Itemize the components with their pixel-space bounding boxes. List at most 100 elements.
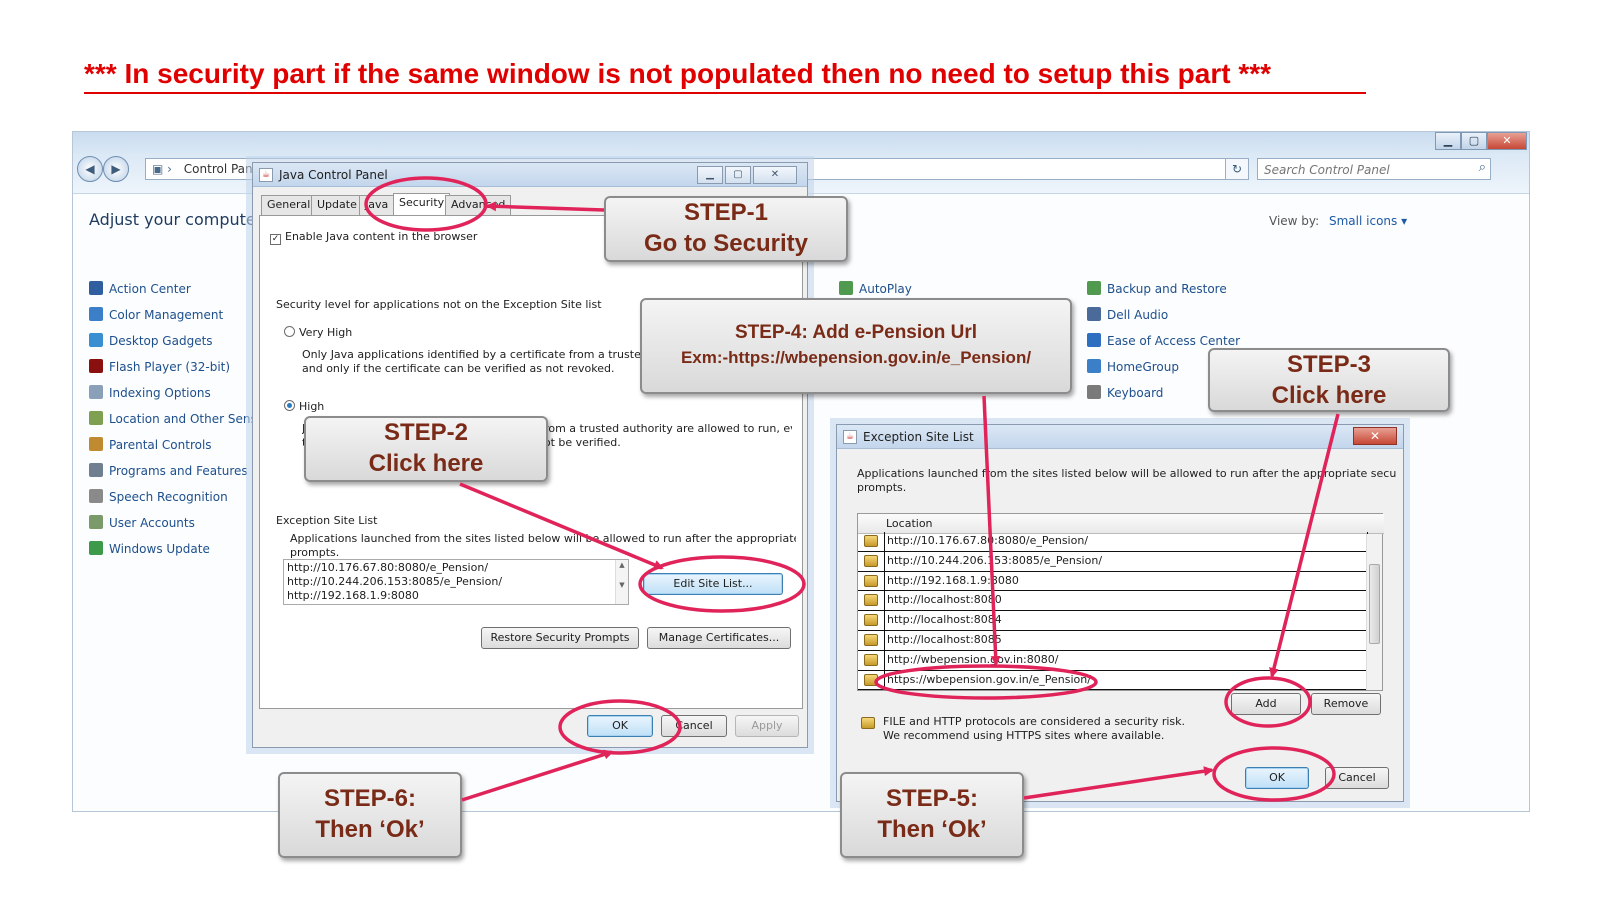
site-list-item[interactable]: http://192.168.1.9:8080 bbox=[287, 589, 625, 603]
table-row[interactable]: http://10.244.206.153:8085/e_Pension/ bbox=[858, 551, 1368, 572]
control-panel-item[interactable]: Color Management bbox=[89, 306, 223, 324]
search-box[interactable]: ⌕ bbox=[1257, 158, 1491, 180]
control-panel-item[interactable]: Desktop Gadgets bbox=[89, 332, 213, 350]
java-close-button[interactable]: ✕ bbox=[753, 166, 797, 184]
step2-title: STEP-2 bbox=[383, 419, 469, 446]
step1-text: Go to Security bbox=[643, 230, 809, 257]
refresh-icon[interactable]: ↻ bbox=[1225, 158, 1249, 180]
exception-cancel-button[interactable]: Cancel bbox=[1325, 767, 1389, 789]
edit-site-list-button[interactable]: Edit Site List... bbox=[643, 573, 783, 595]
control-panel-item[interactable]: Location and Other Sensors bbox=[89, 410, 275, 428]
control-panel-item[interactable]: Programs and Features bbox=[89, 462, 248, 480]
tab-java[interactable]: Java bbox=[359, 195, 395, 215]
tab-security[interactable]: Security bbox=[393, 193, 451, 216]
table-row[interactable]: https://wbepension.gov.in/e_Pension/ bbox=[858, 670, 1368, 691]
control-panel-item-label: Ease of Access Center bbox=[1107, 334, 1241, 348]
step4-title: STEP-4: Add e-Pension Url bbox=[734, 322, 978, 343]
location-column-header[interactable]: Location bbox=[858, 514, 1384, 534]
tab-general[interactable]: General bbox=[261, 195, 317, 215]
control-panel-item-label: AutoPlay bbox=[859, 282, 912, 296]
location-scrollbar[interactable] bbox=[1366, 534, 1382, 690]
control-panel-item[interactable]: Backup and Restore bbox=[1087, 280, 1227, 298]
manage-certificates-button[interactable]: Manage Certificates... bbox=[647, 627, 791, 649]
control-panel-item-label: Speech Recognition bbox=[109, 490, 228, 504]
location-url: http://10.176.67.80:8080/e_Pension/ bbox=[884, 532, 1088, 551]
exception-close-button[interactable]: ✕ bbox=[1353, 427, 1397, 445]
forward-arrow-icon[interactable]: ▶ bbox=[103, 156, 129, 182]
control-panel-item-label: Action Center bbox=[109, 282, 191, 296]
control-panel-item[interactable]: Indexing Options bbox=[89, 384, 211, 402]
radio-icon[interactable] bbox=[284, 326, 295, 337]
remove-button[interactable]: Remove bbox=[1311, 693, 1381, 715]
tab-advanced[interactable]: Advanced bbox=[445, 195, 512, 215]
control-panel-item-label: Windows Update bbox=[109, 542, 210, 556]
table-row[interactable]: http://192.168.1.9:8080 bbox=[858, 571, 1368, 592]
java-cancel-button[interactable]: Cancel bbox=[661, 715, 727, 737]
add-button[interactable]: Add bbox=[1231, 693, 1301, 715]
site-list-scrollbar[interactable]: ▲ ▼ bbox=[615, 560, 628, 604]
control-panel-item-label: Keyboard bbox=[1107, 386, 1164, 400]
search-icon[interactable]: ⌕ bbox=[1479, 160, 1486, 175]
java-apply-button[interactable]: Apply bbox=[735, 715, 799, 737]
search-input[interactable] bbox=[1258, 160, 1458, 180]
tab-update[interactable]: Update bbox=[311, 195, 363, 215]
checkbox-checked-icon[interactable]: ✓ bbox=[270, 234, 281, 245]
exception-site-list-header: Exception Site List bbox=[276, 514, 378, 527]
step6-callout: STEP-6: Then ‘Ok’ bbox=[278, 772, 462, 858]
table-row[interactable]: http://localhost:8085 bbox=[858, 631, 1368, 651]
control-panel-item[interactable]: Speech Recognition bbox=[89, 488, 228, 506]
flash-icon bbox=[89, 359, 103, 373]
table-row[interactable]: http://localhost:8080 bbox=[858, 591, 1368, 612]
lock-warning-icon bbox=[861, 717, 875, 729]
step5-title: STEP-5: bbox=[885, 785, 978, 812]
step3-title: STEP-3 bbox=[1286, 351, 1372, 378]
java-minimize-button[interactable]: ▁ bbox=[697, 166, 723, 184]
location-url: http://192.168.1.9:8080 bbox=[884, 571, 1019, 591]
control-panel-item-label: Dell Audio bbox=[1107, 308, 1169, 322]
control-panel-item[interactable]: User Accounts bbox=[89, 514, 195, 532]
lock-icon bbox=[864, 673, 878, 686]
control-panel-item[interactable]: HomeGroup bbox=[1087, 358, 1179, 376]
enable-java-row[interactable]: ✓ Enable Java content in the browser bbox=[270, 230, 477, 245]
control-panel-item[interactable]: Parental Controls bbox=[89, 436, 212, 454]
site-list-item[interactable]: http://10.244.206.153:8085/e_Pension/ bbox=[287, 575, 625, 589]
control-panel-item[interactable]: Windows Update bbox=[89, 540, 210, 558]
step1-callout: STEP-1 Go to Security bbox=[604, 196, 848, 262]
scrollbar-thumb[interactable] bbox=[1369, 564, 1380, 644]
table-row[interactable]: http://10.176.67.80:8080/e_Pension/ bbox=[858, 532, 1368, 552]
java-maximize-button[interactable]: ▢ bbox=[725, 166, 751, 184]
exception-description-1: Applications launched from the sites lis… bbox=[857, 467, 1397, 480]
step2-callout: STEP-2 Click here bbox=[304, 416, 548, 482]
close-button[interactable]: ✕ bbox=[1487, 132, 1527, 150]
control-panel-item[interactable]: Keyboard bbox=[1087, 384, 1163, 402]
headline-underline bbox=[84, 92, 1366, 94]
java-title: Java Control Panel bbox=[279, 168, 388, 182]
control-panel-item-label: User Accounts bbox=[109, 516, 195, 530]
control-panel-item-label: Parental Controls bbox=[109, 438, 212, 452]
table-row[interactable]: http://wbepension.gov.in:8080/ bbox=[858, 650, 1368, 671]
back-arrow-icon[interactable]: ◀ bbox=[77, 156, 103, 182]
exception-site-list-box[interactable]: http://10.176.67.80:8080/e_Pension/ http… bbox=[283, 559, 629, 605]
ease-icon bbox=[1087, 333, 1101, 347]
site-list-item[interactable]: http://10.176.67.80:8080/e_Pension/ bbox=[287, 561, 625, 575]
control-panel-item[interactable]: Action Center bbox=[89, 280, 191, 298]
maximize-button[interactable]: ▢ bbox=[1461, 132, 1487, 150]
minimize-button[interactable]: ▁ bbox=[1435, 132, 1461, 150]
restore-security-prompts-button[interactable]: Restore Security Prompts bbox=[481, 627, 639, 649]
view-by-dropdown[interactable]: Small icons ▾ bbox=[1329, 214, 1407, 228]
control-panel-item[interactable]: Dell Audio bbox=[1087, 306, 1168, 324]
control-panel-item-label: Color Management bbox=[109, 308, 224, 322]
control-panel-item[interactable]: Flash Player (32-bit) bbox=[89, 358, 230, 376]
high-option[interactable]: High bbox=[284, 400, 324, 414]
java-ok-button[interactable]: OK bbox=[587, 715, 653, 737]
control-panel-item[interactable]: AutoPlay bbox=[839, 280, 912, 298]
gadget-icon bbox=[89, 333, 103, 347]
very-high-option[interactable]: Very High bbox=[284, 326, 352, 340]
radio-selected-icon[interactable] bbox=[284, 400, 295, 411]
microphone-icon bbox=[89, 489, 103, 503]
table-row[interactable]: http://localhost:8084 bbox=[858, 611, 1368, 631]
java-icon: ☕ bbox=[259, 168, 273, 182]
very-high-description-2: and only if the certificate can be verif… bbox=[302, 362, 615, 375]
exception-ok-button[interactable]: OK bbox=[1245, 767, 1309, 789]
enable-java-label: Enable Java content in the browser bbox=[285, 230, 478, 243]
